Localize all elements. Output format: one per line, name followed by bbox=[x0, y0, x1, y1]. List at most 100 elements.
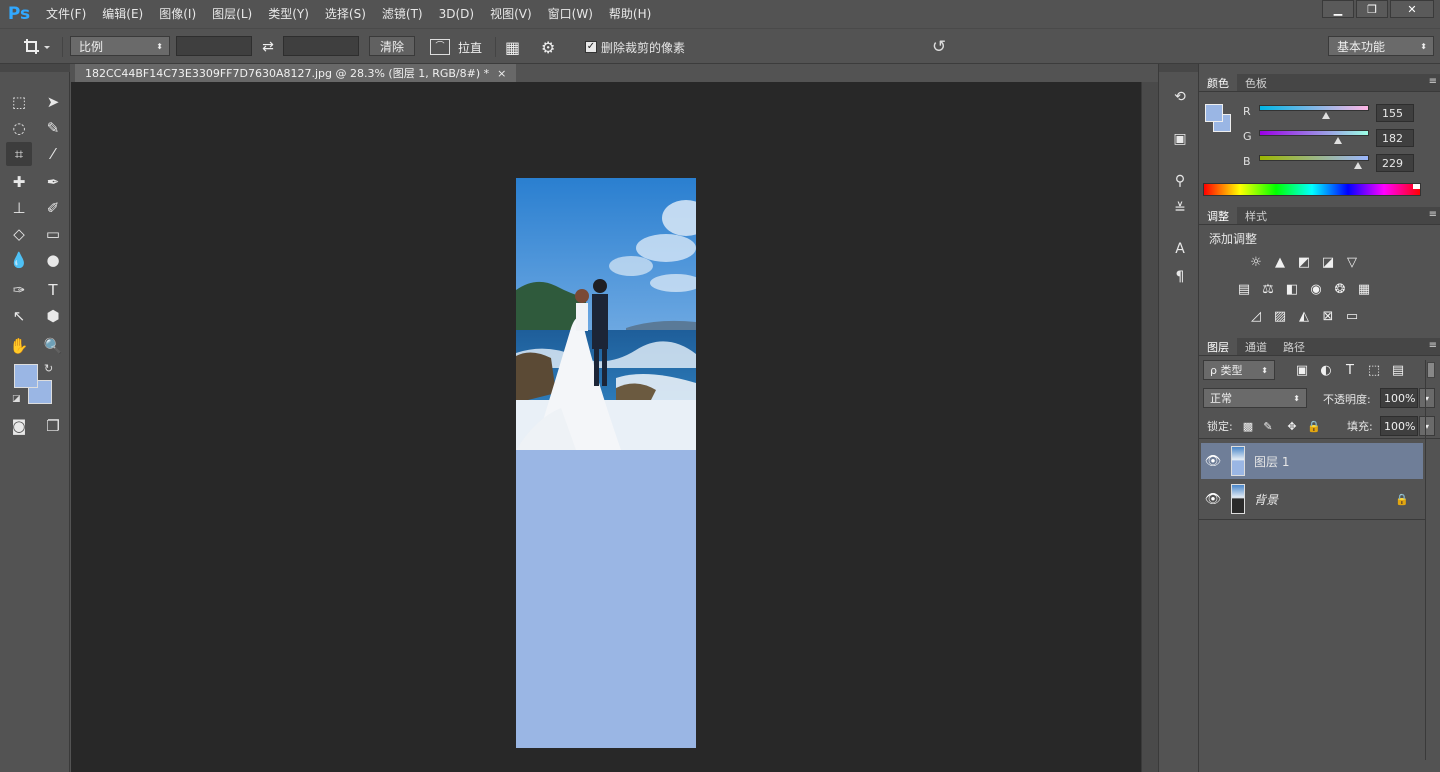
healing-brush-tool-icon[interactable]: ✚ bbox=[6, 170, 32, 194]
photo-filter-icon[interactable]: ◉ bbox=[1307, 281, 1325, 297]
crop-tool-preset-icon[interactable] bbox=[22, 36, 50, 58]
layer-row[interactable]: 👁 背景 🔒 bbox=[1201, 481, 1423, 517]
overlay-grid-icon[interactable]: ▦ bbox=[505, 36, 520, 58]
color-spectrum-bar[interactable] bbox=[1203, 183, 1421, 196]
pen-tool-icon[interactable]: ✑ bbox=[6, 278, 32, 302]
eye-icon[interactable]: 👁 bbox=[1201, 492, 1225, 507]
default-colors-icon[interactable]: ◪ bbox=[12, 394, 21, 404]
b-value[interactable]: 229 bbox=[1376, 154, 1414, 172]
ratio-height-input[interactable] bbox=[283, 36, 359, 56]
tab-color[interactable]: 颜色 bbox=[1199, 74, 1237, 91]
menu-item[interactable]: 选择(S) bbox=[317, 0, 374, 28]
lock-image-icon[interactable]: ✎ bbox=[1259, 418, 1277, 434]
workspace-select[interactable]: 基本功能 ⬍ bbox=[1328, 36, 1434, 56]
zoom-tool-icon[interactable]: 🔍 bbox=[40, 334, 66, 358]
opacity-input[interactable]: 100% bbox=[1380, 388, 1418, 408]
filter-pixel-icon[interactable]: ▣ bbox=[1293, 362, 1311, 378]
tab-paths[interactable]: 路径 bbox=[1275, 338, 1313, 355]
g-value[interactable]: 182 bbox=[1376, 129, 1414, 147]
opacity-dropdown-icon[interactable]: ▾ bbox=[1419, 388, 1435, 408]
canvas-area[interactable] bbox=[71, 82, 1141, 772]
quick-select-tool-icon[interactable]: ✎ bbox=[40, 116, 66, 140]
color-balance-icon[interactable]: ⚖ bbox=[1259, 281, 1277, 297]
gradient-tool-icon[interactable]: ▭ bbox=[40, 222, 66, 246]
eye-icon[interactable]: 👁 bbox=[1201, 454, 1225, 469]
character-panel-icon[interactable]: A bbox=[1169, 238, 1191, 260]
filter-toggle[interactable] bbox=[1427, 362, 1435, 378]
blur-tool-icon[interactable]: 💧 bbox=[6, 248, 32, 272]
type-tool-icon[interactable]: T bbox=[40, 278, 66, 302]
levels-icon[interactable]: ▲ bbox=[1271, 254, 1289, 270]
straighten-button[interactable]: ⌒ 拉直 bbox=[430, 36, 482, 58]
blend-mode-select[interactable]: 正常 ⬍ bbox=[1203, 388, 1307, 408]
fill-input[interactable]: 100% bbox=[1380, 416, 1418, 436]
menu-item[interactable]: 3D(D) bbox=[431, 0, 482, 28]
path-select-tool-icon[interactable]: ↖ bbox=[6, 304, 32, 328]
reset-icon[interactable]: ↺ bbox=[932, 36, 946, 58]
delete-cropped-checkbox[interactable]: ✓ bbox=[585, 41, 597, 53]
marquee-tool-icon[interactable]: ⬚ bbox=[6, 90, 32, 114]
tab-layers[interactable]: 图层 bbox=[1199, 338, 1237, 355]
curves-icon[interactable]: ◩ bbox=[1295, 254, 1313, 270]
layer-row[interactable]: 👁 图层 1 bbox=[1201, 443, 1423, 479]
g-slider[interactable] bbox=[1259, 130, 1369, 136]
menu-item[interactable]: 文件(F) bbox=[38, 0, 94, 28]
panel-menu-icon[interactable]: ≡ bbox=[1429, 209, 1437, 220]
hue-saturation-icon[interactable]: ▤ bbox=[1235, 281, 1253, 297]
restore-button[interactable]: ❐ bbox=[1356, 0, 1388, 18]
brush-panel-icon[interactable]: ⚲ bbox=[1169, 170, 1191, 192]
brightness-contrast-icon[interactable]: ☼ bbox=[1247, 254, 1265, 270]
panel-menu-icon[interactable]: ≡ bbox=[1429, 76, 1437, 87]
quick-mask-icon[interactable]: ◙ bbox=[6, 414, 32, 438]
move-tool-icon[interactable]: ➤ bbox=[40, 90, 66, 114]
selective-color-icon[interactable]: ⊠ bbox=[1319, 308, 1337, 324]
vibrance-icon[interactable]: ▽ bbox=[1343, 254, 1361, 270]
channel-mixer-icon[interactable]: ❂ bbox=[1331, 281, 1349, 297]
fill-dropdown-icon[interactable]: ▾ bbox=[1419, 416, 1435, 436]
lasso-tool-icon[interactable]: ◌ bbox=[6, 116, 32, 140]
menu-item[interactable]: 图层(L) bbox=[204, 0, 260, 28]
properties-panel-icon[interactable]: ▣ bbox=[1169, 128, 1191, 150]
menu-item[interactable]: 图像(I) bbox=[151, 0, 204, 28]
close-button[interactable]: ✕ bbox=[1390, 0, 1434, 18]
history-panel-icon[interactable]: ⟲ bbox=[1169, 86, 1191, 108]
menu-item[interactable]: 编辑(E) bbox=[94, 0, 151, 28]
threshold-icon[interactable]: ◭ bbox=[1295, 308, 1313, 324]
menu-item[interactable]: 滤镜(T) bbox=[374, 0, 431, 28]
posterize-icon[interactable]: ▨ bbox=[1271, 308, 1289, 324]
ratio-select[interactable]: 比例 ⬍ bbox=[70, 36, 170, 56]
shape-tool-icon[interactable]: ⬢ bbox=[40, 304, 66, 328]
hand-tool-icon[interactable]: ✋ bbox=[6, 334, 32, 358]
filter-shape-icon[interactable]: ⬚ bbox=[1365, 362, 1383, 378]
filter-type-icon[interactable]: T bbox=[1341, 362, 1359, 378]
b-slider-thumb[interactable] bbox=[1353, 162, 1362, 169]
color-panel-foreground-swatch[interactable] bbox=[1205, 104, 1223, 122]
filter-smart-object-icon[interactable]: ▤ bbox=[1389, 362, 1407, 378]
foreground-color-swatch[interactable] bbox=[14, 364, 38, 388]
dodge-tool-icon[interactable]: ● bbox=[40, 248, 66, 272]
menu-item[interactable]: 窗口(W) bbox=[540, 0, 601, 28]
crop-tool-icon[interactable]: ⌗ bbox=[6, 142, 32, 166]
lock-transparent-icon[interactable]: ▩ bbox=[1239, 418, 1257, 434]
filter-adjustment-icon[interactable]: ◐ bbox=[1317, 362, 1335, 378]
clear-button[interactable]: 清除 bbox=[369, 36, 416, 56]
document-tab[interactable]: 182CC44BF14C73E3309FF7D7630A8127.jpg @ 2… bbox=[75, 64, 517, 82]
g-slider-thumb[interactable] bbox=[1333, 137, 1342, 144]
eyedropper-tool-icon[interactable]: ⁄ bbox=[40, 142, 66, 166]
close-tab-icon[interactable]: × bbox=[497, 67, 506, 80]
tab-channels[interactable]: 通道 bbox=[1237, 338, 1275, 355]
spectrum-white-swatch[interactable] bbox=[1413, 184, 1420, 189]
brush-tool-icon[interactable]: ✒ bbox=[40, 170, 66, 194]
screen-mode-icon[interactable]: ❐ bbox=[40, 414, 66, 438]
tab-swatches[interactable]: 色板 bbox=[1237, 74, 1275, 91]
exposure-icon[interactable]: ◪ bbox=[1319, 254, 1337, 270]
brush-presets-icon[interactable]: ≚ bbox=[1169, 198, 1191, 220]
invert-icon[interactable]: ◿ bbox=[1247, 308, 1265, 324]
tab-adjustments[interactable]: 调整 bbox=[1199, 207, 1237, 224]
eraser-tool-icon[interactable]: ◇ bbox=[6, 222, 32, 246]
lock-position-icon[interactable]: ✥ bbox=[1283, 418, 1301, 434]
b-slider[interactable] bbox=[1259, 155, 1369, 161]
document-canvas[interactable] bbox=[516, 178, 696, 748]
gear-icon[interactable]: ⚙ bbox=[541, 36, 555, 58]
r-value[interactable]: 155 bbox=[1376, 104, 1414, 122]
